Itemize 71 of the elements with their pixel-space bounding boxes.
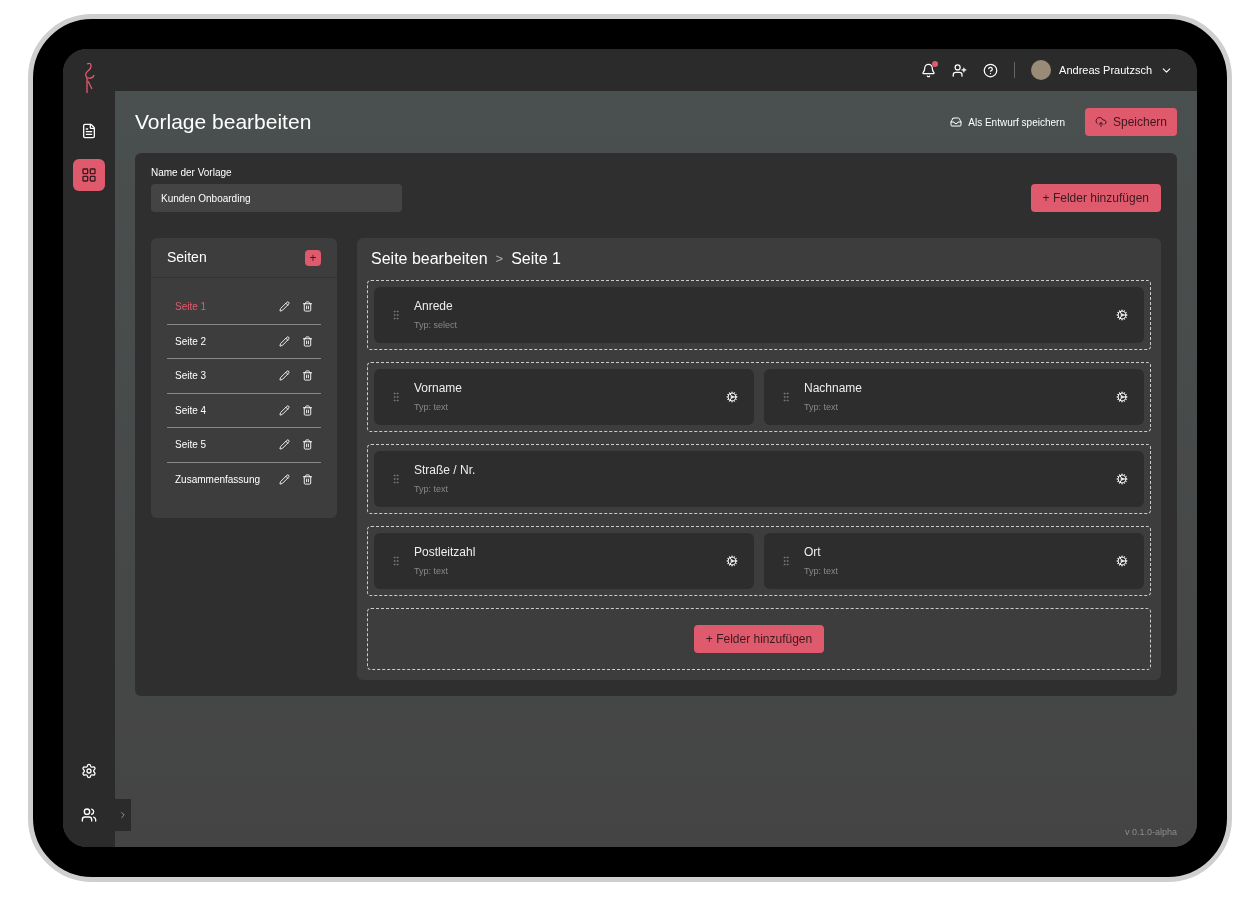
field-type: Typ: text [804, 401, 839, 415]
drag-handle-icon[interactable] [390, 391, 402, 403]
panel-title: Seiten [167, 248, 207, 267]
breadcrumb-item: Seite 1 [511, 249, 561, 269]
field-label: Name der Vorlage [151, 166, 233, 180]
field-label: Postleitzahl [414, 544, 477, 562]
delete-button[interactable] [302, 335, 313, 347]
page-item[interactable]: Seite 2 [175, 333, 267, 349]
gear-button[interactable] [726, 391, 738, 403]
page-item[interactable]: Seite 3 [175, 368, 267, 384]
template-name-input[interactable]: Kunden Onboarding [151, 184, 402, 212]
field-card[interactable]: Anrede Typ: select [374, 287, 1144, 343]
field-type: Typ: text [414, 401, 449, 415]
gear-button[interactable] [1116, 309, 1128, 321]
field-card[interactable]: Nachname Typ: text [764, 369, 1144, 425]
breadcrumb-separator: > [495, 250, 504, 269]
notification-button[interactable] [921, 62, 937, 78]
drag-handle-icon[interactable] [390, 473, 402, 485]
field-label: Straße / Nr. [414, 462, 477, 480]
edit-button[interactable] [279, 370, 290, 382]
delete-button[interactable] [302, 301, 313, 313]
gear-button[interactable] [1116, 473, 1128, 485]
field-label: Vorname [414, 380, 464, 398]
page-item[interactable]: Zusammenfassung [175, 472, 267, 488]
edit-button[interactable] [279, 404, 290, 416]
delete-button[interactable] [302, 474, 313, 486]
gear-button[interactable] [726, 555, 738, 567]
document-icon [81, 123, 97, 139]
page-title: Vorlage bearbeiten [135, 109, 313, 136]
field-label: Anrede [414, 298, 454, 316]
users-icon [81, 807, 97, 823]
drag-handle-icon[interactable] [390, 309, 402, 321]
field-card[interactable]: Ort Typ: text [764, 533, 1144, 589]
delete-button[interactable] [302, 370, 313, 382]
breadcrumb-item[interactable]: Seite bearbeiten [371, 247, 488, 271]
field-label: Nachname [804, 380, 864, 398]
page-item[interactable]: Seite 5 [175, 437, 267, 453]
version-label: v 0.1.0-alpha [1124, 825, 1177, 839]
field-type: Typ: select [414, 319, 459, 333]
settings-icon [81, 763, 97, 779]
edit-button[interactable] [279, 439, 290, 451]
drag-handle-icon[interactable] [780, 391, 792, 403]
edit-button[interactable] [279, 474, 290, 486]
save-button[interactable]: Speichern [1084, 108, 1177, 136]
drag-handle-icon[interactable] [390, 555, 402, 567]
field-type: Typ: text [804, 565, 839, 579]
add-fields-button[interactable]: + Felder hinzufügen [693, 625, 825, 653]
edit-button[interactable] [279, 335, 290, 347]
delete-button[interactable] [302, 439, 313, 451]
drag-handle-icon[interactable] [780, 555, 792, 567]
field-card[interactable]: Straße / Nr. Typ: text [374, 451, 1144, 507]
field-card[interactable]: Vorname Typ: text [374, 369, 754, 425]
edit-button[interactable] [279, 301, 290, 313]
field-label: Ort [804, 544, 822, 562]
field-type: Typ: text [414, 565, 449, 579]
add-user-button[interactable] [952, 62, 968, 78]
chevron-right-icon [118, 810, 128, 820]
add-page-button[interactable]: + [305, 249, 321, 266]
save-draft-button[interactable]: Als Entwurf speichern [950, 114, 1065, 130]
user-menu-button[interactable]: Andreas Prautzsch [1031, 60, 1173, 80]
field-type: Typ: text [414, 483, 449, 497]
add-fields-button[interactable]: + Felder hinzufügen [1030, 184, 1161, 212]
inbox-icon [950, 116, 963, 128]
gear-button[interactable] [1116, 391, 1128, 403]
page-item[interactable]: Seite 4 [175, 402, 267, 418]
field-card[interactable]: Postleitzahl Typ: text [374, 533, 754, 589]
cloud-upload-icon [1094, 116, 1107, 128]
help-button[interactable] [983, 62, 999, 78]
avatar [1031, 60, 1052, 80]
delete-button[interactable] [302, 404, 313, 416]
gear-button[interactable] [1116, 555, 1128, 567]
